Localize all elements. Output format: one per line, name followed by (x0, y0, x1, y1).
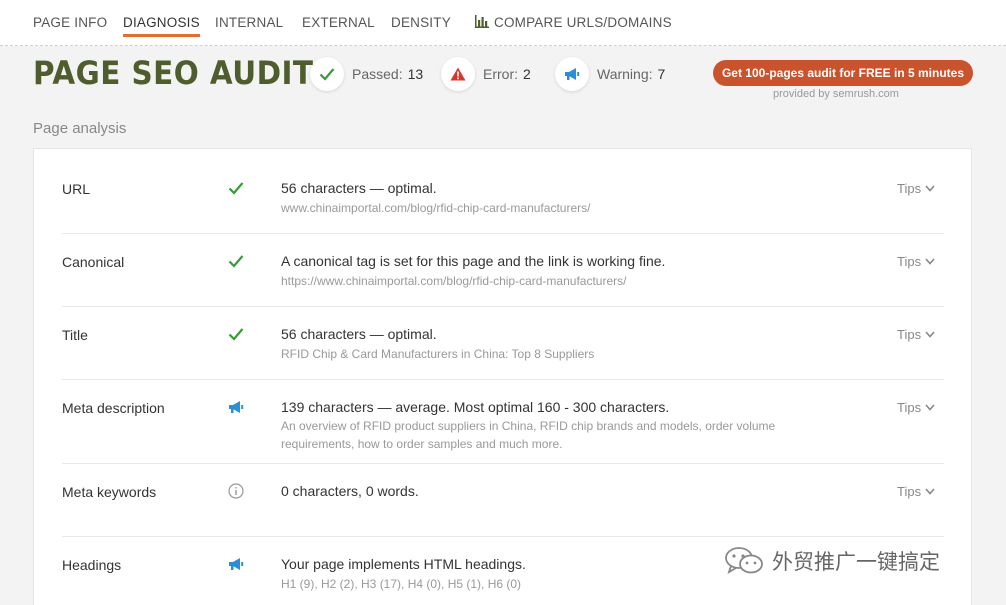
analysis-row-meta-description: Meta description 139 characters — averag… (62, 380, 944, 464)
analysis-card: URL 56 characters — optimal. www.chinaim… (33, 148, 972, 605)
row-label: Meta description (62, 400, 165, 416)
megaphone-icon (229, 401, 244, 413)
chevron-down-icon (925, 258, 935, 265)
watermark-text: 外贸推广一键搞定 (772, 550, 940, 574)
analysis-row-title: Title 56 characters — optimal. RFID Chip… (62, 307, 944, 380)
tips-toggle[interactable]: Tips (897, 254, 935, 269)
row-main-text: Your page implements HTML headings. (281, 556, 526, 572)
error-circle (441, 57, 475, 91)
row-sub-text: An overview of RFID product suppliers in… (281, 419, 776, 451)
tips-label: Tips (897, 327, 922, 342)
tab-compare-urls[interactable]: COMPARE URLS/DOMAINS (475, 15, 672, 30)
provided-by-text: provided by semrush.com (773, 88, 899, 100)
stat-error: Error: 2 (441, 57, 531, 91)
check-icon (228, 328, 244, 341)
row-main-text: 56 characters — optimal. (281, 180, 437, 196)
tips-label: Tips (897, 400, 922, 415)
megaphone-icon (565, 68, 580, 80)
tips-label: Tips (897, 484, 922, 499)
chevron-down-icon (925, 404, 935, 411)
row-label: Title (62, 327, 88, 343)
row-main-text: 139 characters — average. Most optimal 1… (281, 399, 670, 415)
stat-passed-value: 13 (407, 66, 424, 82)
tab-compare-urls-label: COMPARE URLS/DOMAINS (494, 15, 672, 30)
check-icon (228, 182, 244, 195)
stat-error-value: 2 (523, 66, 531, 82)
row-label: URL (62, 181, 91, 197)
analysis-row-canonical: Canonical A canonical tag is set for thi… (62, 234, 944, 307)
stat-passed-label: Passed: (352, 66, 403, 82)
tips-toggle[interactable]: Tips (897, 400, 935, 415)
tips-toggle[interactable]: Tips (897, 327, 935, 342)
info-icon (228, 483, 244, 499)
tab-diagnosis[interactable]: DIAGNOSIS (123, 15, 200, 37)
tab-internal[interactable]: INTERNAL (215, 15, 283, 30)
page-title: PAGE SEO AUDIT (33, 54, 314, 92)
megaphone-icon (229, 558, 244, 570)
tips-toggle[interactable]: Tips (897, 484, 935, 499)
tab-external[interactable]: EXTERNAL (302, 15, 375, 30)
check-icon (228, 255, 244, 268)
warning-circle (555, 57, 589, 91)
check-icon (319, 68, 335, 81)
stat-passed: Passed: 13 (310, 57, 423, 91)
free-audit-button[interactable]: Get 100-pages audit for FREE in 5 minute… (713, 60, 973, 86)
chevron-down-icon (925, 488, 935, 495)
error-triangle-icon (450, 67, 466, 81)
stat-warning-label: Warning: (597, 66, 653, 82)
top-navigation: PAGE INFO DIAGNOSIS INTERNAL EXTERNAL DE… (0, 0, 1006, 46)
row-sub-text: https://www.chinaimportal.com/blog/rfid-… (281, 274, 627, 288)
passed-circle (310, 57, 344, 91)
analysis-row-meta-keywords: Meta keywords 0 characters, 0 words. Tip… (62, 464, 944, 537)
row-sub-text: H1 (9), H2 (2), H3 (17), H4 (0), H5 (1),… (281, 577, 522, 591)
tips-label: Tips (897, 181, 922, 196)
chevron-down-icon (925, 331, 935, 338)
analysis-row-url: URL 56 characters — optimal. www.chinaim… (62, 161, 944, 234)
stat-error-label: Error: (483, 66, 518, 82)
row-main-text: 0 characters, 0 words. (281, 483, 419, 499)
tips-label: Tips (897, 254, 922, 269)
row-main-text: A canonical tag is set for this page and… (281, 253, 666, 269)
chevron-down-icon (925, 185, 935, 192)
stat-warning: Warning: 7 (555, 57, 665, 91)
row-label: Headings (62, 557, 122, 573)
wechat-watermark: 外贸推广一键搞定 (724, 546, 940, 576)
bar-chart-icon (475, 15, 489, 28)
row-label: Canonical (62, 254, 125, 270)
tab-density[interactable]: DENSITY (391, 15, 451, 30)
tab-page-info[interactable]: PAGE INFO (33, 15, 107, 30)
row-sub-text: www.chinaimportal.com/blog/rfid-chip-car… (281, 201, 591, 215)
row-main-text: 56 characters — optimal. (281, 326, 437, 342)
tips-toggle[interactable]: Tips (897, 181, 935, 196)
section-label: Page analysis (33, 120, 127, 137)
wechat-icon (725, 547, 763, 574)
row-sub-text: RFID Chip & Card Manufacturers in China:… (281, 347, 595, 361)
row-label: Meta keywords (62, 484, 157, 500)
stat-warning-value: 7 (657, 66, 666, 82)
